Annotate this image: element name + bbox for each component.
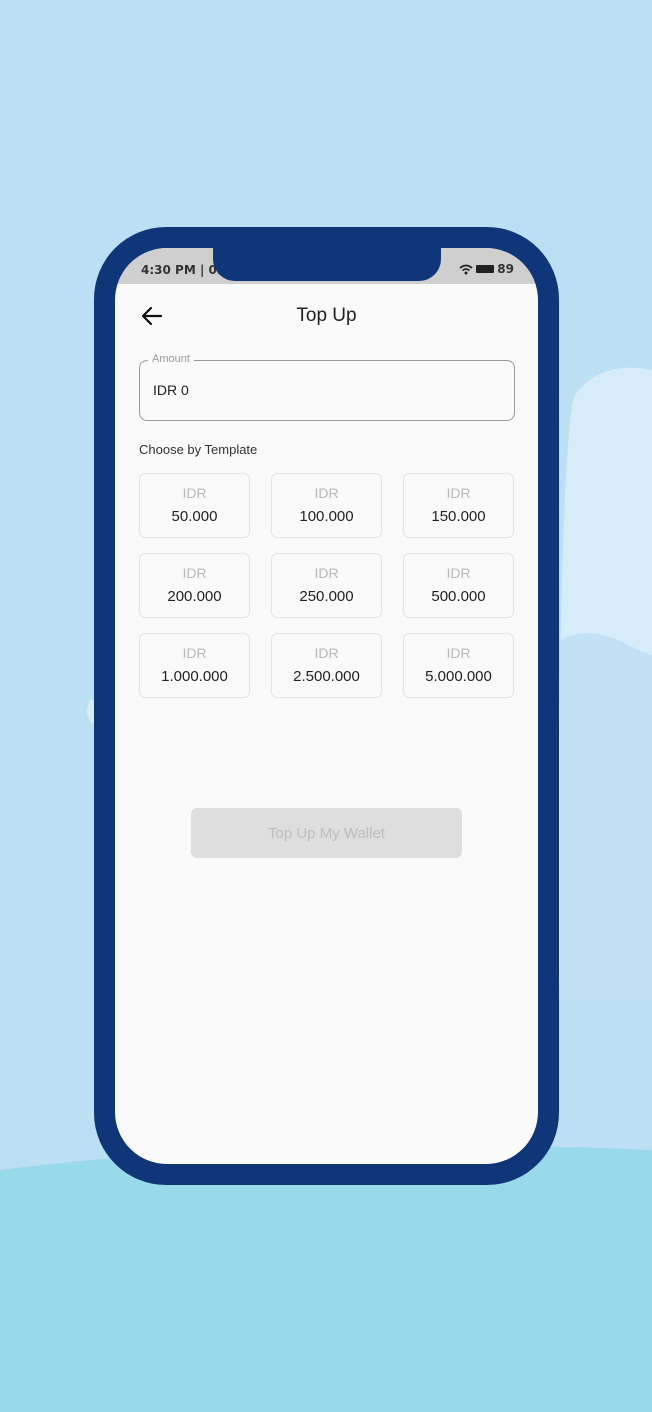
template-amount: 150.000 [431,508,486,525]
template-currency: IDR [314,485,339,501]
template-amount: 1.000.000 [161,668,228,685]
battery-level: 89 [497,262,514,276]
template-option-5000000[interactable]: IDR 5.000.000 [403,633,514,698]
phone-frame: 4:30 PM | 0.3 89 Top Up Amount IDR 0 Cho… [94,227,559,1185]
phone-screen: 4:30 PM | 0.3 89 Top Up Amount IDR 0 Cho… [115,248,538,1164]
phone-notch [213,248,441,281]
template-option-100000[interactable]: IDR 100.000 [271,473,382,538]
template-option-200000[interactable]: IDR 200.000 [139,553,250,618]
template-section-label: Choose by Template [139,442,258,457]
battery-icon [476,265,495,273]
template-option-2500000[interactable]: IDR 2.500.000 [271,633,382,698]
wifi-icon [459,264,473,274]
template-currency: IDR [446,565,471,581]
amount-label: Amount [148,353,194,365]
top-up-wallet-button[interactable]: Top Up My Wallet [191,808,462,858]
template-currency: IDR [182,485,207,501]
template-amount: 5.000.000 [425,668,492,685]
template-amount: 250.000 [299,588,354,605]
template-option-250000[interactable]: IDR 250.000 [271,553,382,618]
template-currency: IDR [314,645,339,661]
template-currency: IDR [314,565,339,581]
template-amount: 50.000 [171,508,218,525]
template-option-1000000[interactable]: IDR 1.000.000 [139,633,250,698]
template-grid: IDR 50.000 IDR 100.000 IDR 150.000 IDR 2… [139,473,515,698]
template-option-50000[interactable]: IDR 50.000 [139,473,250,538]
template-currency: IDR [446,645,471,661]
template-currency: IDR [182,565,207,581]
template-currency: IDR [446,485,471,501]
amount-value: IDR 0 [153,382,189,398]
template-amount: 100.000 [299,508,354,525]
amount-field[interactable]: Amount IDR 0 [139,353,515,421]
template-option-150000[interactable]: IDR 150.000 [403,473,514,538]
template-amount: 2.500.000 [293,668,360,685]
template-amount: 500.000 [431,588,486,605]
template-currency: IDR [182,645,207,661]
status-indicators: 89 [459,262,514,276]
page-title: Top Up [296,305,357,326]
template-amount: 200.000 [167,588,222,605]
app-header: Top Up [115,284,538,348]
template-option-500000[interactable]: IDR 500.000 [403,553,514,618]
